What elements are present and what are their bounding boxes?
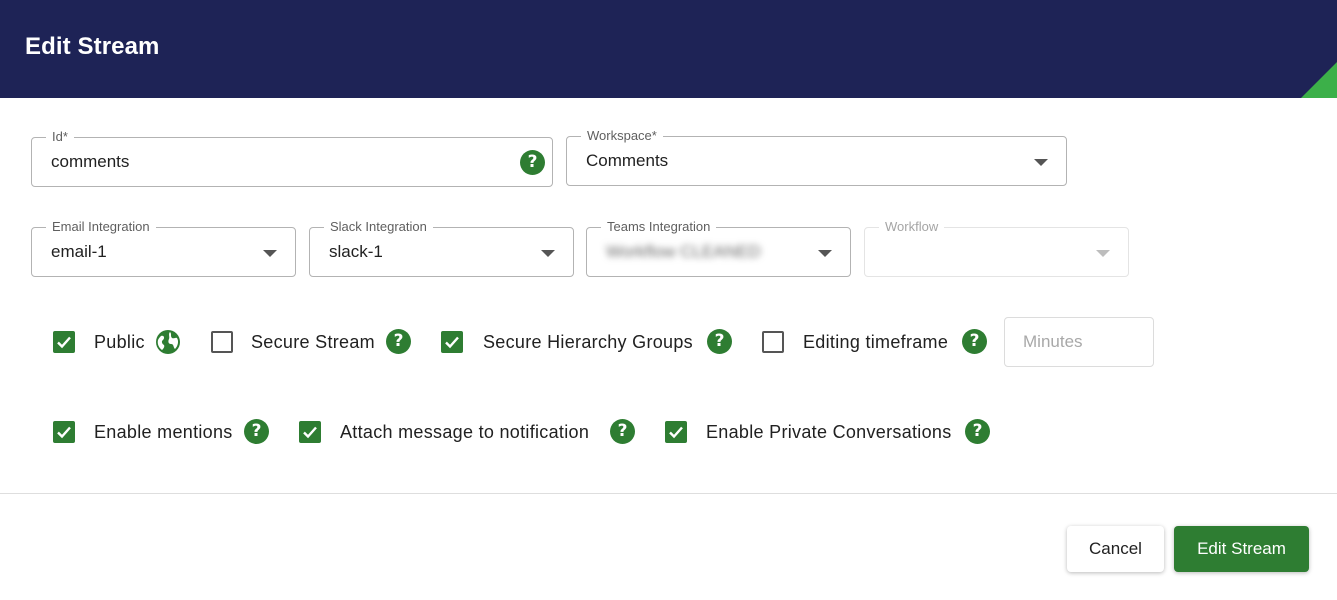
enable-private-conversations-label: Enable Private Conversations <box>706 422 952 442</box>
workspace-select-value: Comments <box>586 151 669 170</box>
minutes-input[interactable] <box>1004 317 1154 367</box>
cancel-button[interactable]: Cancel <box>1067 526 1164 572</box>
dialog-title: Edit Stream <box>25 33 160 60</box>
public-label: Public <box>94 332 145 352</box>
email-integration-select[interactable]: Email Integration email-1 <box>31 219 296 277</box>
enable-mentions-label: Enable mentions <box>94 422 233 442</box>
help-icon[interactable]: ? <box>707 329 732 354</box>
slack-integration-label: Slack Integration <box>324 219 433 235</box>
chevron-down-icon <box>1096 250 1110 257</box>
id-field-value[interactable]: comments <box>51 152 129 172</box>
workflow-select-label: Workflow <box>879 219 945 235</box>
corner-accent <box>1301 62 1337 98</box>
teams-integration-value: Workflow CLEANED <box>606 242 761 261</box>
workflow-select: Workflow <box>864 219 1129 277</box>
help-icon[interactable]: ? <box>962 329 987 354</box>
footer-divider <box>0 493 1337 494</box>
help-icon[interactable]: ? <box>520 150 545 175</box>
help-icon[interactable]: ? <box>610 419 635 444</box>
secure-stream-label: Secure Stream <box>251 332 375 352</box>
editing-timeframe-label: Editing timeframe <box>803 332 949 352</box>
enable-private-conversations-checkbox[interactable] <box>665 421 687 443</box>
slack-integration-select[interactable]: Slack Integration slack-1 <box>309 219 574 277</box>
workspace-select-label: Workspace* <box>581 128 663 144</box>
enable-mentions-checkbox[interactable] <box>53 421 75 443</box>
attach-message-label: Attach message to notification <box>340 422 590 442</box>
id-field[interactable]: Id* comments ? <box>31 129 553 187</box>
globe-icon <box>156 330 180 354</box>
public-checkbox[interactable] <box>53 331 75 353</box>
attach-message-checkbox[interactable] <box>299 421 321 443</box>
id-field-label: Id* <box>46 129 74 145</box>
chevron-down-icon[interactable] <box>263 250 277 257</box>
teams-integration-label: Teams Integration <box>601 219 717 235</box>
email-integration-label: Email Integration <box>46 219 156 235</box>
chevron-down-icon[interactable] <box>541 250 555 257</box>
slack-integration-value: slack-1 <box>329 242 383 261</box>
teams-integration-select[interactable]: Teams Integration Workflow CLEANED <box>586 219 851 277</box>
secure-hierarchy-groups-checkbox[interactable] <box>441 331 463 353</box>
help-icon[interactable]: ? <box>244 419 269 444</box>
chevron-down-icon[interactable] <box>1034 159 1048 166</box>
edit-stream-button[interactable]: Edit Stream <box>1174 526 1309 572</box>
secure-stream-checkbox[interactable] <box>211 331 233 353</box>
dialog-header: Edit Stream <box>0 0 1337 98</box>
workspace-select[interactable]: Workspace* Comments <box>566 128 1067 186</box>
editing-timeframe-checkbox[interactable] <box>762 331 784 353</box>
email-integration-value: email-1 <box>51 242 107 261</box>
secure-hierarchy-groups-label: Secure Hierarchy Groups <box>483 332 693 352</box>
chevron-down-icon[interactable] <box>818 250 832 257</box>
help-icon[interactable]: ? <box>386 329 411 354</box>
help-icon[interactable]: ? <box>965 419 990 444</box>
